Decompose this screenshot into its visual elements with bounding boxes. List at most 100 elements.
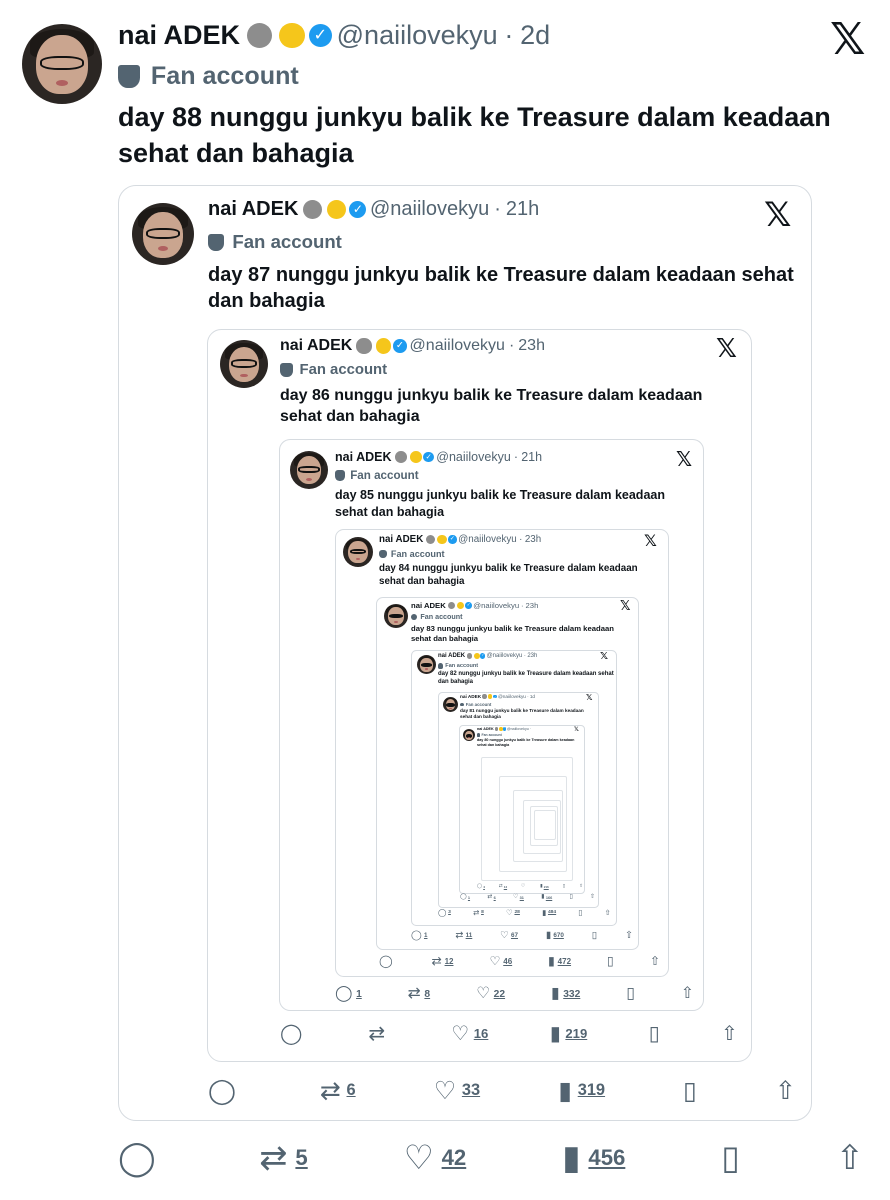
bookmark-button[interactable]: ▯ — [626, 986, 635, 1002]
like-button[interactable]: ♡ 33 — [434, 1078, 480, 1103]
avatar[interactable] — [443, 697, 458, 712]
like-button[interactable]: ♡ 28 — [506, 909, 520, 917]
views-button[interactable]: ▮ 670 — [546, 931, 564, 941]
tweet-header: nai ADEK ✓ @naiilovekyu · 23h — [280, 337, 545, 355]
views-button[interactable]: ▮ 332 — [551, 986, 580, 1002]
x-logo-icon[interactable]: 𝕏 — [716, 336, 737, 362]
reply-button[interactable]: ◯ 3 — [438, 909, 451, 917]
x-logo-icon[interactable]: 𝕏 — [586, 694, 592, 702]
views-button[interactable]: ▮ 484 — [542, 909, 556, 917]
reply-button[interactable]: ◯ — [379, 955, 396, 968]
x-logo-icon[interactable]: 𝕏 — [644, 533, 657, 549]
x-logo-icon[interactable]: 𝕏 — [620, 600, 630, 613]
like-button[interactable]: ♡ 42 — [404, 1141, 467, 1175]
share-button[interactable]: ⇧ — [605, 909, 611, 917]
x-logo-icon[interactable]: 𝕏 — [676, 449, 692, 469]
avatar[interactable] — [220, 340, 268, 388]
like-button[interactable]: ♡ — [521, 884, 526, 890]
views-button[interactable]: ▮ 319 — [558, 1078, 605, 1103]
x-logo-icon[interactable]: 𝕏 — [600, 652, 608, 662]
share-button[interactable]: ⇧ — [579, 884, 583, 890]
action-bar: ◯ 4 ⇄ 14 ♡ ▮ 216 ▯ ⇧ — [477, 883, 583, 891]
bookmark-button[interactable]: ▯ — [563, 884, 566, 890]
reply-button[interactable]: ◯ — [118, 1141, 164, 1175]
reply-icon: ◯ — [477, 883, 483, 889]
avatar[interactable] — [384, 604, 408, 628]
share-button[interactable]: ⇧ — [590, 894, 595, 901]
like-button[interactable]: ♡ 67 — [500, 931, 518, 941]
reply-button[interactable]: ◯ 4 — [477, 883, 485, 890]
author-name[interactable]: nai ADEK — [379, 534, 423, 545]
reply-button[interactable]: ◯ 1 — [335, 986, 362, 1002]
koala-emoji-icon — [466, 653, 473, 659]
views-button[interactable]: ▮ 456 — [562, 1141, 625, 1175]
avatar[interactable] — [22, 24, 102, 104]
views-count: 219 — [565, 1025, 588, 1041]
reply-button[interactable]: ◯ — [208, 1078, 242, 1103]
retweet-button[interactable]: ⇄ — [368, 1023, 389, 1043]
author-handle[interactable]: @naiilovekyu — [487, 653, 523, 659]
action-bar: ◯ ⇄ 12 ♡ 46 ▮ 472 ▯ ⇧ — [379, 951, 660, 972]
author-name[interactable]: nai ADEK — [118, 20, 240, 51]
bookmark-button[interactable]: ▯ — [607, 955, 614, 968]
share-button[interactable]: ⇧ — [625, 931, 633, 941]
tweet-text: day 85 nunggu junkyu balik ke Treasure d… — [335, 488, 665, 519]
avatar[interactable] — [463, 729, 475, 741]
like-button[interactable]: ♡ 16 — [451, 1023, 488, 1043]
author-handle[interactable]: @naiilovekyu — [410, 337, 505, 355]
retweet-button[interactable]: ⇄ 5 — [259, 1141, 307, 1175]
avatar[interactable] — [290, 451, 328, 489]
reply-button[interactable]: ◯ 1 — [460, 894, 470, 901]
avatar[interactable] — [132, 203, 194, 265]
reply-button[interactable]: ◯ — [280, 1023, 307, 1043]
author-name[interactable]: nai ADEK — [477, 727, 494, 731]
bookmark-button[interactable]: ▯ — [721, 1141, 740, 1175]
retweet-button[interactable]: ⇄ 8 — [473, 909, 484, 917]
author-name[interactable]: nai ADEK — [411, 601, 446, 610]
share-button[interactable]: ⇧ — [721, 1023, 738, 1043]
avatar[interactable] — [417, 655, 436, 674]
avatar[interactable] — [343, 537, 373, 567]
author-name[interactable]: nai ADEK — [460, 694, 481, 699]
share-button[interactable]: ⇧ — [681, 986, 694, 1002]
author-name[interactable]: nai ADEK — [208, 198, 298, 221]
bookmark-button[interactable]: ▯ — [578, 909, 582, 917]
reply-button[interactable]: ◯ 1 — [411, 931, 427, 941]
author-handle[interactable]: @naiilovekyu — [473, 601, 519, 610]
author-handle[interactable]: @naiilovekyu — [436, 450, 511, 464]
share-button[interactable]: ⇧ — [650, 955, 660, 968]
retweet-button[interactable]: ⇄ 12 — [431, 955, 453, 968]
author-handle[interactable]: @naiilovekyu — [337, 20, 498, 51]
views-button[interactable]: ▮ 216 — [540, 884, 549, 890]
views-button[interactable]: ▮ 219 — [550, 1023, 587, 1043]
share-button[interactable]: ⇧ — [775, 1078, 796, 1103]
retweet-button[interactable]: ⇄ 6 — [320, 1078, 356, 1103]
like-button[interactable]: ♡ 31 — [513, 894, 524, 901]
retweet-button[interactable]: ⇄ 8 — [408, 986, 430, 1002]
retweet-button[interactable]: ⇄ 11 — [455, 931, 472, 941]
bookmark-button[interactable]: ▯ — [683, 1078, 697, 1103]
bookmark-button[interactable]: ▯ — [570, 894, 573, 901]
bookmark-button[interactable]: ▯ — [592, 931, 597, 941]
author-name[interactable]: nai ADEK — [335, 450, 392, 464]
quoted-tweet-card[interactable] — [534, 810, 556, 840]
share-button[interactable]: ⇧ — [836, 1141, 864, 1175]
author-handle[interactable]: @naiilovekyu — [498, 694, 526, 699]
koala-emoji-icon — [356, 338, 372, 354]
views-button[interactable]: ▮ 472 — [548, 955, 571, 968]
author-handle[interactable]: @naiilovekyu — [458, 534, 516, 545]
bookmark-button[interactable]: ▯ — [649, 1023, 660, 1043]
author-name[interactable]: nai ADEK — [280, 337, 352, 355]
author-handle[interactable]: @naiilovekyu — [507, 727, 529, 731]
views-button[interactable]: ▮ 166 — [541, 894, 552, 901]
bookmark-icon: ▯ — [683, 1075, 697, 1105]
like-button[interactable]: ♡ 22 — [476, 986, 505, 1002]
like-button[interactable]: ♡ 46 — [489, 955, 512, 968]
x-logo-icon[interactable]: 𝕏 — [764, 198, 791, 232]
author-name[interactable]: nai ADEK — [438, 653, 465, 659]
retweet-button[interactable]: ⇄ 6 — [487, 894, 495, 901]
author-handle[interactable]: @naiilovekyu — [370, 198, 489, 221]
x-logo-icon[interactable]: 𝕏 — [574, 727, 579, 733]
retweet-button[interactable]: ⇄ 14 — [499, 884, 507, 890]
x-logo-icon[interactable]: 𝕏 — [830, 18, 865, 62]
